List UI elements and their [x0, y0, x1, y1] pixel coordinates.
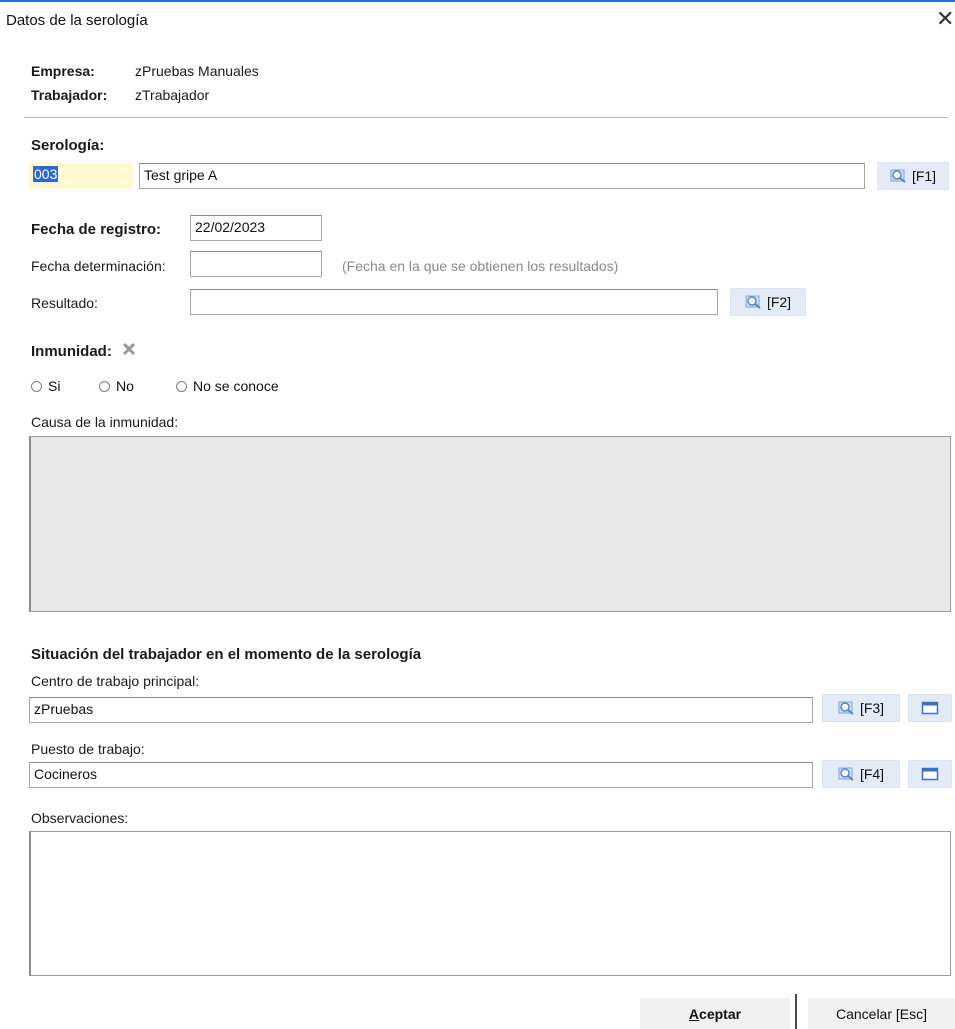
fecha-determinacion-label: Fecha determinación: — [31, 258, 166, 274]
magnifier-icon — [838, 700, 856, 716]
fecha-registro-input[interactable]: 22/02/2023 — [190, 215, 322, 241]
inmunidad-radio-no[interactable]: No — [99, 378, 134, 394]
centro-input[interactable]: zPruebas — [29, 697, 813, 723]
puesto-lookup-label: [F4] — [859, 766, 885, 782]
serologia-label: Serología: — [31, 137, 105, 154]
observaciones-label: Observaciones: — [31, 810, 129, 826]
observaciones-textarea[interactable] — [29, 831, 951, 976]
serologia-name-input[interactable]: Test gripe A — [139, 163, 865, 189]
trabajador-value: zTrabajador — [135, 87, 210, 103]
magnifier-icon — [890, 168, 908, 184]
empresa-value: zPruebas Manuales — [135, 63, 259, 79]
aceptar-label-rest: ceptar — [699, 1005, 742, 1022]
serologia-lookup-label: [F1] — [911, 168, 937, 184]
window-icon — [921, 701, 939, 715]
centro-lookup-button[interactable]: [F3] — [822, 694, 900, 722]
inmunidad-radio-si-label: Si — [48, 378, 61, 394]
window-top-accent — [0, 0, 955, 2]
centro-open-button[interactable] — [908, 694, 952, 722]
fecha-registro-label: Fecha de registro: — [31, 221, 162, 238]
radio-circle — [176, 380, 187, 392]
resultado-lookup-button[interactable]: [F2] — [730, 288, 806, 316]
resultado-lookup-label: [F2] — [766, 294, 792, 310]
cancelar-button[interactable]: Cancelar [Esc] — [808, 998, 955, 1029]
footer-divider — [795, 994, 797, 1029]
situacion-heading: Situación del trabajador en el momento d… — [31, 646, 422, 663]
magnifier-icon — [838, 766, 856, 782]
resultado-label: Resultado: — [31, 295, 98, 311]
window-icon — [921, 767, 939, 781]
inmunidad-radio-si[interactable]: Si — [31, 378, 60, 394]
puesto-lookup-button[interactable]: [F4] — [822, 760, 900, 788]
aceptar-button[interactable]: Aceptar — [640, 998, 790, 1029]
close-icon[interactable]: ✕ — [936, 8, 954, 30]
empresa-label: Empresa: — [31, 63, 95, 79]
puesto-input[interactable]: Cocineros — [29, 762, 813, 788]
resultado-input[interactable] — [190, 289, 718, 315]
centro-label: Centro de trabajo principal: — [31, 673, 200, 689]
causa-inmunidad-label: Causa de la inmunidad: — [31, 414, 179, 430]
magnifier-icon — [745, 294, 763, 310]
trabajador-label: Trabajador: — [31, 87, 108, 103]
fecha-determinacion-input[interactable] — [190, 251, 322, 277]
window-title: Datos de la serología — [6, 12, 148, 29]
inmunidad-radio-no-label: No — [116, 378, 134, 394]
puesto-open-button[interactable] — [908, 760, 952, 788]
inmunidad-radio-no-se-conoce[interactable]: No se conoce — [176, 378, 279, 394]
serologia-lookup-button[interactable]: [F1] — [877, 162, 949, 190]
radio-circle — [99, 380, 110, 392]
fecha-determinacion-hint: (Fecha en la que se obtienen los resulta… — [342, 258, 619, 274]
inmunidad-label: Inmunidad: — [31, 343, 112, 360]
header-separator — [24, 117, 948, 119]
centro-lookup-label: [F3] — [859, 700, 885, 716]
aceptar-mnemonic: A — [688, 1005, 700, 1022]
serologia-code-input[interactable]: 003 — [29, 163, 133, 189]
puesto-label: Puesto de trabajo: — [31, 741, 145, 757]
clear-x-icon[interactable] — [121, 341, 137, 360]
causa-inmunidad-textarea[interactable] — [29, 436, 951, 612]
serologia-code-value: 003 — [33, 166, 59, 182]
radio-circle — [31, 380, 42, 392]
inmunidad-radio-no-se-conoce-label: No se conoce — [193, 378, 279, 394]
